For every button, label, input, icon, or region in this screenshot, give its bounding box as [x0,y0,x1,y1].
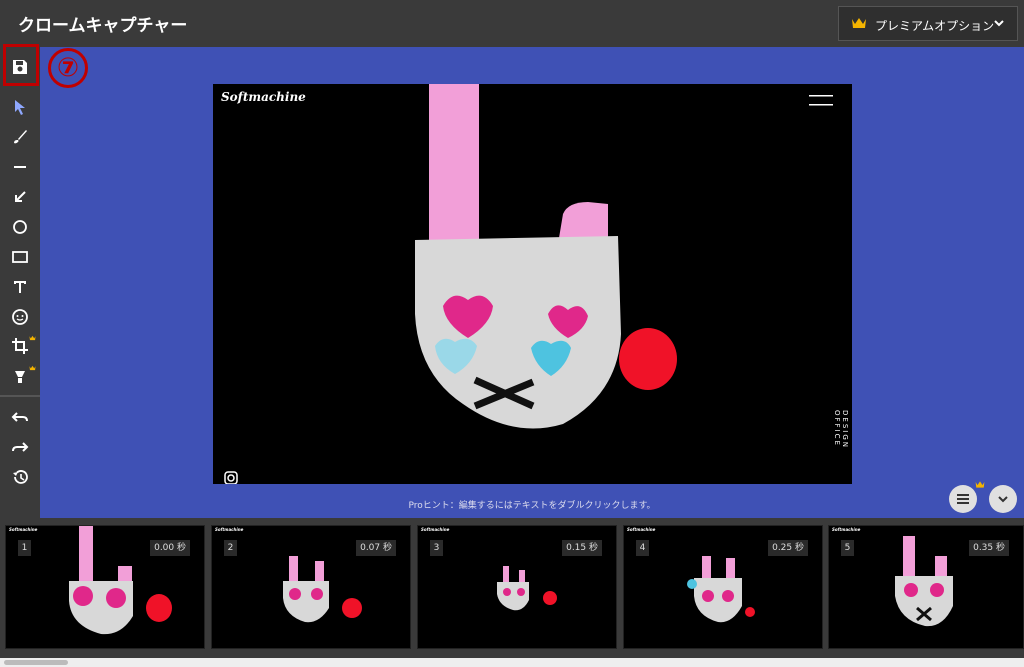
frame-logo: Softmachine [9,527,38,532]
site-logo: Softmachine [221,90,306,104]
face-icon [12,309,28,325]
crop-tool-button[interactable] [0,331,40,361]
line-icon [14,166,26,168]
frame-time: 0.15 秒 [562,540,602,556]
chevron-down-icon [992,16,1006,33]
cursor-arrow-icon [15,100,25,115]
frame-logo: Softmachine [627,527,656,532]
undo-icon [11,412,28,422]
frame-number: 2 [224,540,237,556]
frame-number: 5 [841,540,854,556]
crown-icon [851,16,867,33]
history-icon [13,470,28,484]
frame-filmstrip: Softmachine 1 0.00 秒 Softmachine 2 0.07 … [0,518,1024,667]
hamburger-menu-icon [809,95,833,106]
frame-logo: Softmachine [832,527,861,532]
crown-icon [975,481,985,488]
frame-thumbnail[interactable]: Softmachine 1 0.00 秒 [5,525,205,649]
redo-icon [12,442,29,452]
spotlight-icon [15,371,25,383]
frame-thumbnail[interactable]: Softmachine 5 0.35 秒 [828,525,1024,649]
crop-icon [12,338,28,354]
rectangle-icon [12,251,28,263]
frame-logo: Softmachine [215,527,244,532]
tool-sidebar [0,47,40,518]
chevron-down-icon [998,496,1008,503]
frame-time: 0.07 秒 [356,540,396,556]
bunny-illustration [283,556,362,623]
app-title: クロームキャプチャー [18,16,188,36]
frame-time: 0.25 秒 [768,540,808,556]
frame-thumbnail[interactable]: Softmachine 2 0.07 秒 [211,525,411,649]
menu-fab-button[interactable] [949,485,977,513]
instagram-icon [224,471,238,484]
frame-number: 1 [18,540,31,556]
premium-options-dropdown[interactable]: プレミアムオプション [838,6,1018,41]
text-icon [14,281,26,293]
rectangle-tool-button[interactable] [0,242,40,272]
red-circle-shape [619,328,677,390]
line-tool-button[interactable] [0,152,40,182]
highlight-tool-button[interactable] [0,361,40,391]
top-bar: クロームキャプチャー プレミアムオプション [0,0,1024,47]
design-office-label: DESIGN OFFICE [833,410,849,449]
blur-tool-button[interactable] [0,302,40,332]
bunny-illustration [497,566,557,611]
circle-icon [13,220,27,234]
collapse-fab-button[interactable] [989,485,1017,513]
step-number-badge: ⑦ [48,48,88,88]
text-tool-button[interactable] [0,272,40,302]
select-tool-button[interactable] [0,92,40,122]
redo-button[interactable] [0,432,40,462]
captured-image[interactable]: Softmachine DESIGN OFFICE [213,84,852,484]
scrollbar-thumb[interactable] [4,660,68,665]
frame-time: 0.35 秒 [969,540,1009,556]
brush-tool-button[interactable] [0,122,40,152]
crown-icon [29,365,36,371]
frame-thumbnail[interactable]: Softmachine 4 0.25 秒 [623,525,823,649]
frame-time: 0.00 秒 [150,540,190,556]
arrow-icon [15,191,26,202]
frame-thumbnail[interactable]: Softmachine 3 0.15 秒 [417,525,617,649]
toolbar-divider [0,395,40,397]
filmstrip-scrollbar[interactable] [0,658,1024,667]
crown-icon [29,335,36,341]
menu-icon [957,494,969,504]
save-highlight-box [3,44,39,86]
bunny-illustration [687,556,755,623]
frame-number: 4 [636,540,649,556]
frame-number: 3 [430,540,443,556]
arrow-tool-button[interactable] [0,182,40,212]
history-button[interactable] [0,462,40,492]
brush-icon [14,130,27,144]
premium-options-label: プレミアムオプション [875,19,995,33]
frame-logo: Softmachine [421,527,450,532]
pro-hint: Proヒント：編集するにはテキストをダブルクリックします。 [408,501,656,511]
circle-tool-button[interactable] [0,212,40,242]
undo-button[interactable] [0,402,40,432]
